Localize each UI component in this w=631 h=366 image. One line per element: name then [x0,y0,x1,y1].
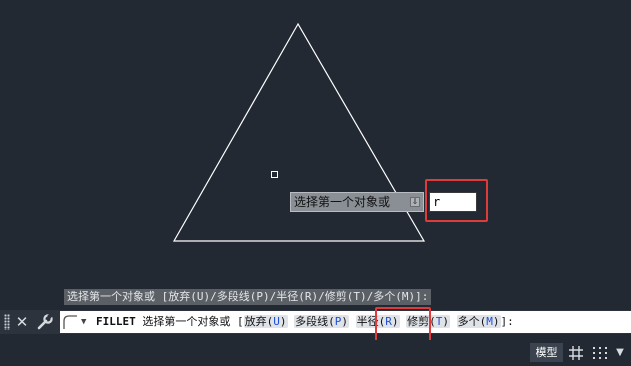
snap-icon[interactable] [590,344,610,362]
pickbox-cursor [271,171,278,178]
tooltip-prompt-text: 选择第一个对象或 [294,195,391,209]
option-polyline[interactable]: 多段线(P) [294,315,349,328]
command-history-line: 选择第一个对象或 [放弃(U)/多段线(P)/半径(R)/修剪(T)/多个(M)… [64,289,432,305]
chevron-down-icon[interactable]: ▼ [81,311,86,333]
drag-handle-icon[interactable] [4,314,10,330]
close-icon[interactable]: ✕ [14,312,30,332]
command-prompt: FILLET 选择第一个对象或 [放弃(U) 多段线(P) 半径(R) 修剪(T… [96,311,514,333]
command-name: FILLET [96,315,136,328]
command-suffix: ]: [500,315,514,328]
input-highlight-box [425,179,488,222]
dropdown-arrow-icon[interactable]: ▼ [613,344,627,362]
drawing-area[interactable] [0,0,631,310]
fillet-command-icon [63,315,77,329]
wrench-icon[interactable] [36,313,54,331]
option-multiple[interactable]: 多个(M) [456,315,501,328]
radius-option-highlight-box [375,307,431,342]
command-prompt-text: 选择第一个对象或 [ [142,315,244,328]
dynamic-prompt-tooltip: 选择第一个对象或 ⇓ [290,192,424,212]
grid-icon[interactable] [567,344,585,362]
command-line-input[interactable]: ▼ FILLET 选择第一个对象或 [放弃(U) 多段线(P) 半径(R) 修剪… [60,311,631,333]
status-bar: 模型 ▼ [0,340,631,366]
option-undo[interactable]: 放弃(U) [243,315,288,328]
model-tab[interactable]: 模型 [530,343,563,362]
down-arrow-icon[interactable]: ⇓ [410,197,420,207]
drawing-canvas[interactable]: 选择第一个对象或 ⇓ r 选择第一个对象或 [放弃(U)/多段线(P)/半径(R… [0,0,631,310]
command-bar: ✕ ▼ FILLET 选择第一个对象或 [放弃(U) 多段线(P) 半径(R) … [0,310,631,334]
